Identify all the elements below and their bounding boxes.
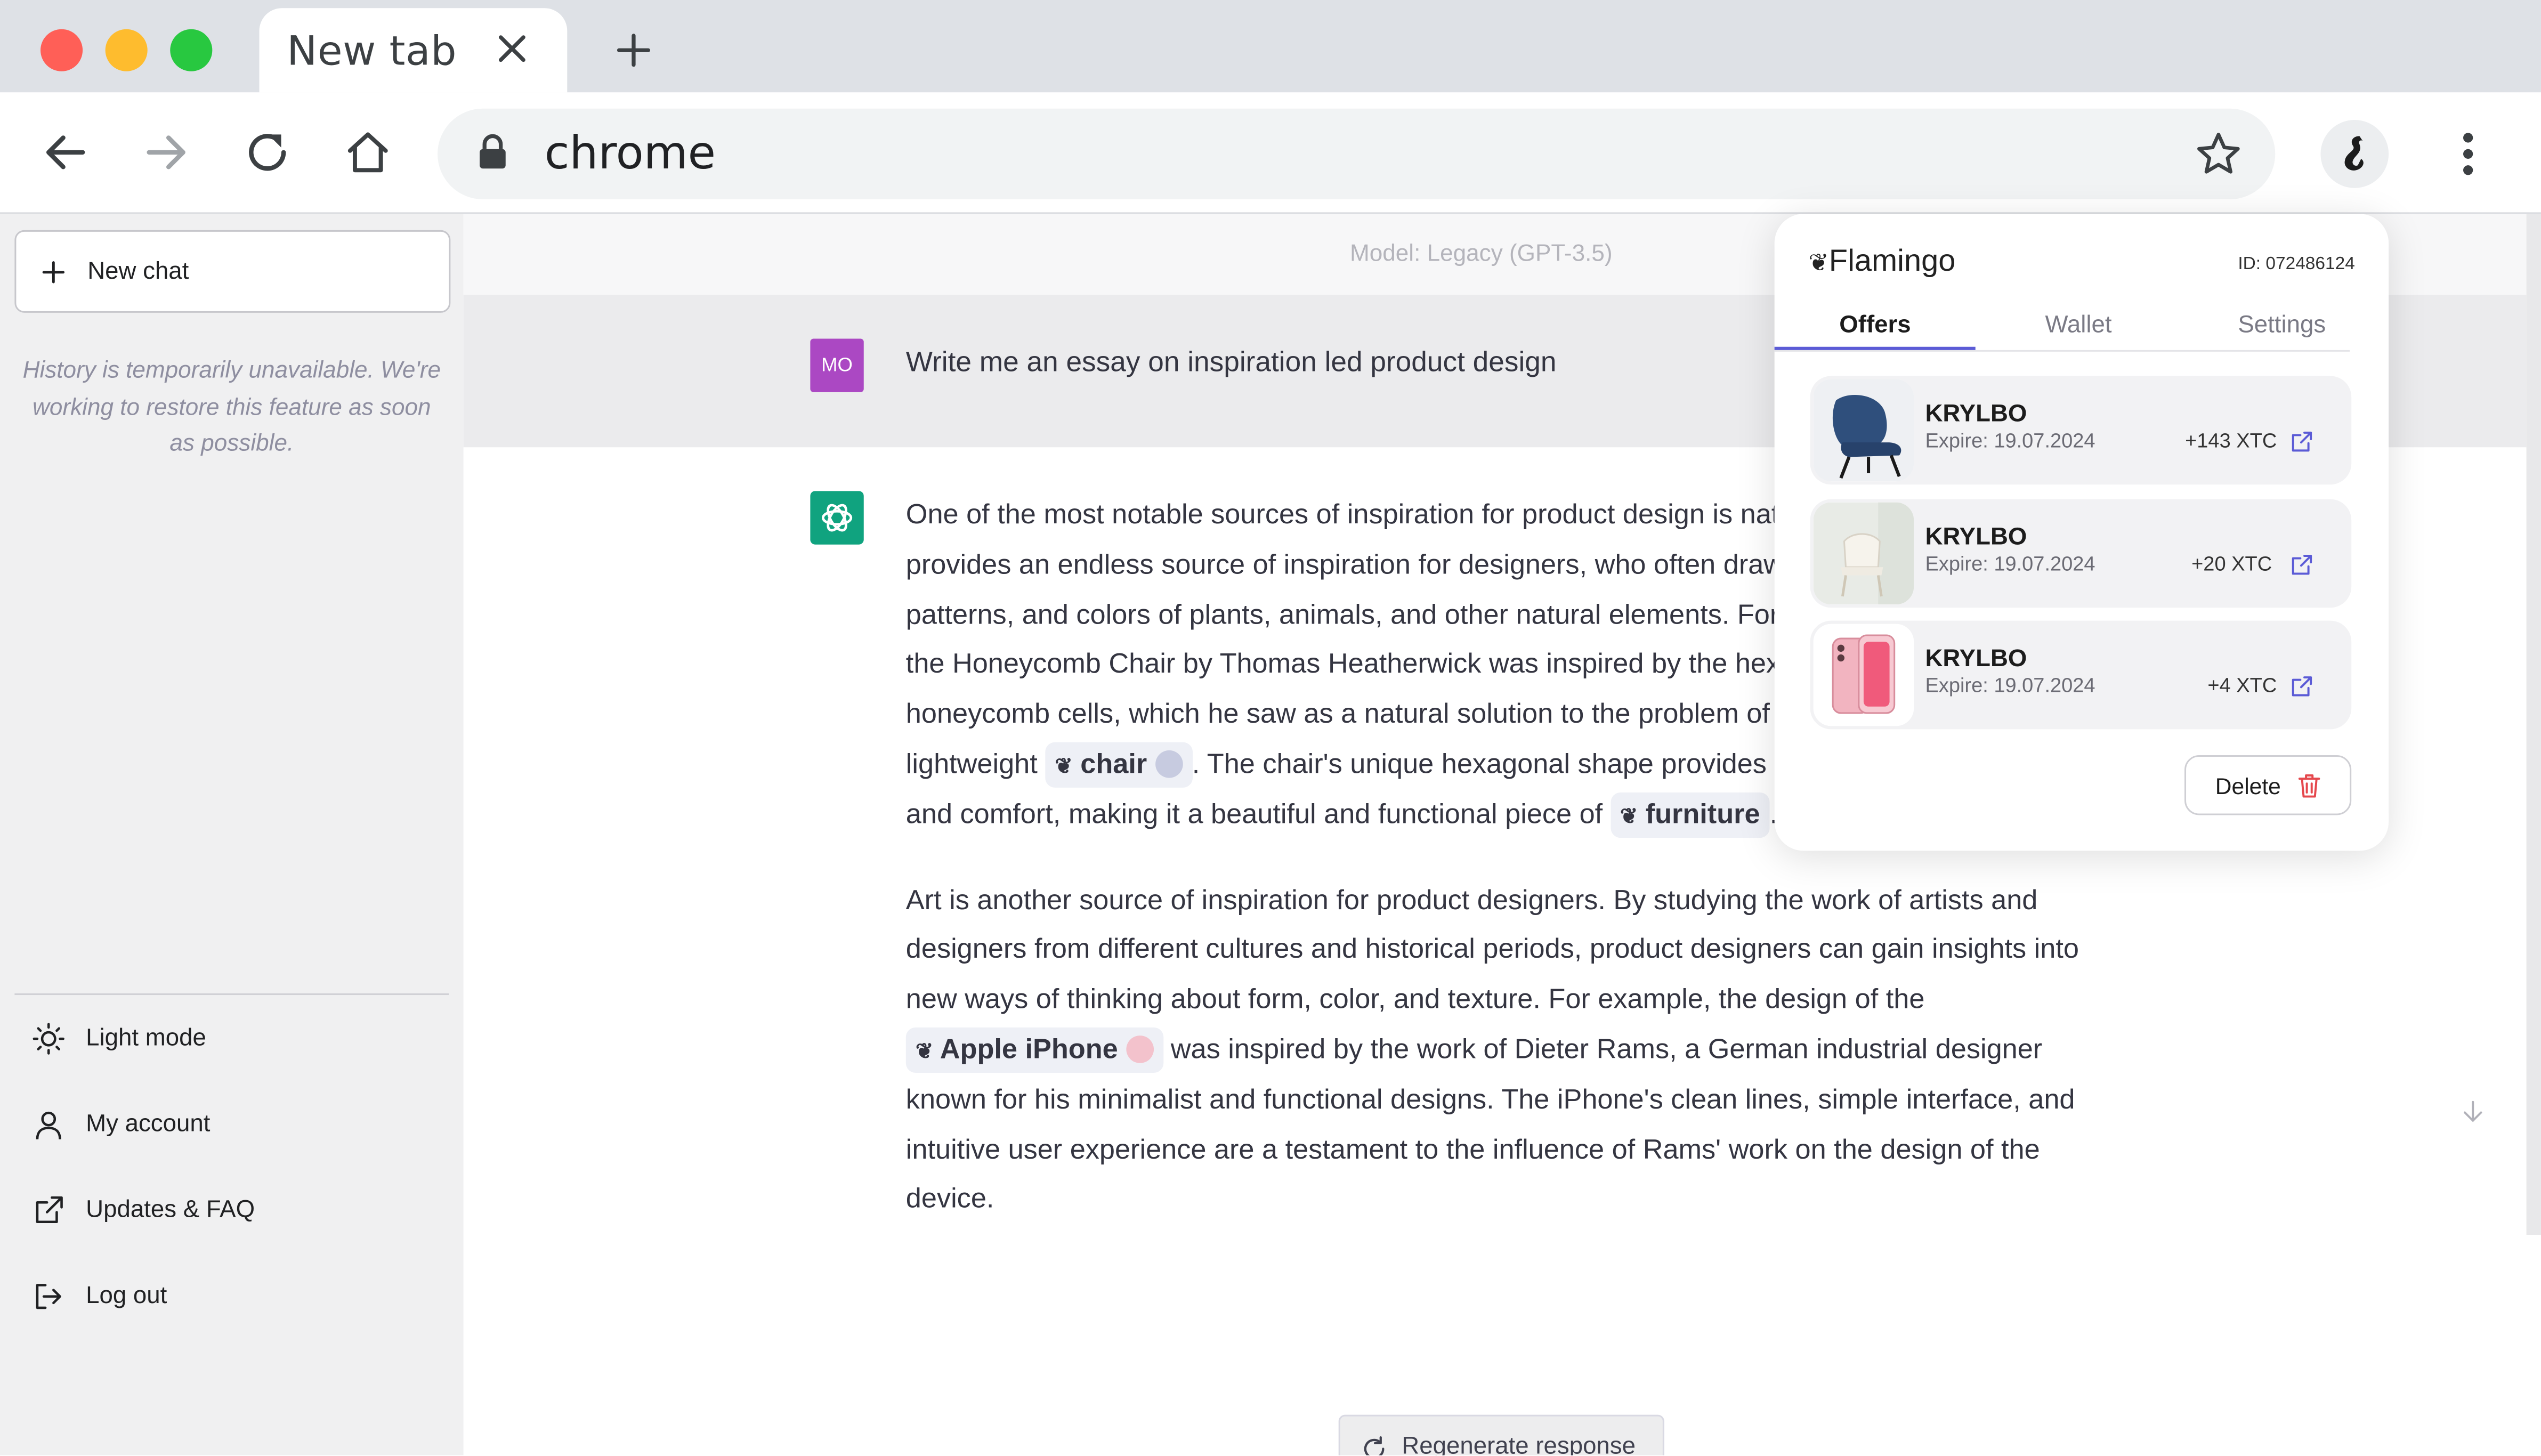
brand-logo: ❦Flamingo bbox=[1809, 245, 1956, 280]
answer-paragraph: Art is another source of inspiration for… bbox=[905, 875, 2089, 1224]
sidebar-item-label: Updates & FAQ bbox=[86, 1196, 255, 1224]
user-icon bbox=[36, 1111, 61, 1139]
trash-icon bbox=[2298, 774, 2320, 798]
offer-card[interactable]: KRYLBO Expire: 19.07.2024 +143 XTC bbox=[1810, 376, 2352, 485]
sidebar-item-light-mode[interactable]: Light mode bbox=[33, 1016, 438, 1062]
external-link-icon[interactable] bbox=[2290, 553, 2315, 577]
offer-expiry: Expire: 19.07.2024 bbox=[1925, 674, 2095, 697]
scrollbar[interactable] bbox=[2526, 214, 2541, 1235]
offer-name: KRYLBO bbox=[1925, 400, 2027, 428]
reload-icon[interactable] bbox=[241, 126, 293, 178]
refresh-icon bbox=[1364, 1436, 1385, 1455]
flamingo-icon bbox=[2344, 136, 2364, 171]
sidebar-item-log-out[interactable]: Log out bbox=[33, 1274, 438, 1319]
external-link-icon bbox=[36, 1196, 63, 1224]
openai-logo-icon bbox=[822, 504, 853, 532]
scroll-down-arrow-icon[interactable] bbox=[2462, 1099, 2485, 1125]
product-chip-chair[interactable]: ❦ chair bbox=[1045, 742, 1192, 788]
brand-name: Flamingo bbox=[1828, 245, 1956, 279]
logout-icon bbox=[36, 1284, 61, 1309]
more-menu-icon[interactable] bbox=[2454, 128, 2483, 180]
star-bookmark-icon[interactable] bbox=[2194, 130, 2243, 178]
browser-toolbar: chrome bbox=[0, 92, 2541, 214]
plus-icon[interactable] bbox=[611, 28, 656, 73]
flamingo-icon: ❦ bbox=[1620, 803, 1638, 828]
forward-arrow-icon[interactable] bbox=[141, 126, 193, 178]
chair-thumbnail-icon bbox=[1154, 750, 1183, 778]
address-text[interactable]: chrome bbox=[545, 126, 716, 180]
external-link-icon[interactable] bbox=[2290, 430, 2315, 454]
offer-image-white-chair bbox=[1813, 502, 1914, 605]
assistant-avatar bbox=[810, 491, 864, 545]
flamingo-popup: ❦Flamingo ID: 072486124 Offers Wallet Se… bbox=[1774, 214, 2389, 851]
external-link-icon[interactable] bbox=[2290, 674, 2315, 699]
minimize-window-button[interactable] bbox=[105, 29, 148, 71]
tab-strip: New tab bbox=[0, 0, 2541, 93]
delete-label: Delete bbox=[2215, 773, 2281, 799]
chip-label: Apple iPhone bbox=[940, 1032, 1118, 1065]
flamingo-icon: ❦ bbox=[916, 1039, 934, 1063]
lock-icon bbox=[480, 134, 506, 169]
offer-name: KRYLBO bbox=[1925, 645, 2027, 673]
new-chat-label: New chat bbox=[87, 257, 189, 286]
offer-expiry: Expire: 19.07.2024 bbox=[1925, 429, 2095, 452]
user-message: Write me an essay on inspiration led pro… bbox=[905, 345, 1557, 378]
delete-button[interactable]: Delete bbox=[2184, 755, 2352, 815]
browser-tab[interactable]: New tab bbox=[259, 8, 568, 93]
active-tab-indicator bbox=[1774, 346, 1976, 350]
tab-settings[interactable]: Settings bbox=[2238, 311, 2326, 339]
sidebar-item-my-account[interactable]: My account bbox=[33, 1102, 438, 1147]
offer-image-blue-chair bbox=[1813, 379, 1914, 482]
offer-amount: +20 XTC bbox=[2191, 552, 2272, 576]
product-chip-furniture[interactable]: ❦ furniture bbox=[1610, 792, 1770, 838]
sun-icon bbox=[33, 1023, 64, 1055]
back-arrow-icon[interactable] bbox=[39, 126, 91, 178]
offer-name: KRYLBO bbox=[1925, 523, 2027, 551]
regenerate-label: Regenerate response bbox=[1402, 1433, 1636, 1455]
history-unavailable-note: History is temporarily unavailable. We'r… bbox=[22, 358, 441, 457]
tab-wallet[interactable]: Wallet bbox=[2045, 311, 2111, 339]
sidebar: New chat History is temporarily unavaila… bbox=[0, 214, 464, 1455]
iphone-thumbnail-icon bbox=[1126, 1035, 1154, 1063]
offer-expiry: Expire: 19.07.2024 bbox=[1925, 552, 2095, 576]
model-label: Model: Legacy (GPT-3.5) bbox=[1349, 241, 1613, 268]
new-chat-button[interactable]: New chat bbox=[14, 230, 451, 313]
offer-image-pink-iphone bbox=[1813, 624, 1914, 726]
offer-amount: +143 XTC bbox=[2185, 429, 2277, 452]
offer-card[interactable]: KRYLBO Expire: 19.07.2024 +20 XTC bbox=[1810, 499, 2352, 608]
offer-card[interactable]: KRYLBO Expire: 19.07.2024 +4 XTC bbox=[1810, 620, 2352, 730]
offer-amount: +4 XTC bbox=[2207, 674, 2277, 697]
sidebar-item-label: Light mode bbox=[86, 1024, 206, 1052]
maximize-window-button[interactable] bbox=[170, 29, 213, 71]
close-icon[interactable] bbox=[491, 28, 533, 70]
address-bar[interactable]: chrome bbox=[438, 108, 2276, 200]
home-icon[interactable] bbox=[342, 126, 394, 178]
sidebar-item-updates-faq[interactable]: Updates & FAQ bbox=[33, 1188, 438, 1233]
sidebar-item-label: My account bbox=[86, 1110, 211, 1138]
tab-offers[interactable]: Offers bbox=[1839, 311, 1911, 339]
flamingo-icon: ❦ bbox=[1055, 753, 1073, 778]
account-id: ID: 072486124 bbox=[2238, 254, 2355, 274]
regenerate-response-button[interactable]: Regenerate response bbox=[1338, 1414, 1664, 1455]
flamingo-extension-button[interactable] bbox=[2320, 120, 2389, 188]
plus-icon bbox=[42, 261, 65, 284]
product-chip-apple-iphone[interactable]: ❦ Apple iPhone bbox=[905, 1027, 1163, 1073]
tabs-divider bbox=[1774, 350, 2350, 352]
screenshot-canvas: New tab chrome New chat History is tempo… bbox=[0, 0, 2541, 1455]
user-avatar: MO bbox=[810, 338, 864, 392]
chip-label: furniture bbox=[1645, 797, 1760, 830]
answer-text: Art is another source of inspiration for… bbox=[905, 882, 2079, 1015]
close-window-button[interactable] bbox=[41, 29, 83, 71]
flamingo-icon: ❦ bbox=[1808, 249, 1829, 277]
sidebar-item-label: Log out bbox=[86, 1282, 167, 1309]
sidebar-divider bbox=[14, 993, 449, 996]
chip-label: chair bbox=[1080, 747, 1147, 780]
tab-title: New tab bbox=[287, 27, 457, 75]
